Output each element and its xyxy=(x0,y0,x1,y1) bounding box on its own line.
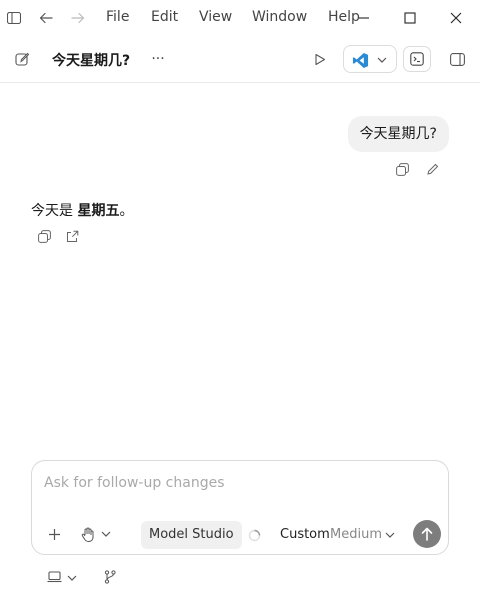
sidebar-toggle-icon[interactable] xyxy=(4,8,24,28)
terminal-icon xyxy=(410,52,424,66)
conversation-title: 今天星期几? xyxy=(52,53,131,69)
copy-icon[interactable] xyxy=(393,160,411,178)
chevron-down-icon[interactable] xyxy=(383,528,397,542)
spinner-icon xyxy=(246,527,262,543)
effort-selector[interactable]: Medium xyxy=(330,527,382,542)
menu-file[interactable]: File xyxy=(106,9,129,25)
run-icon[interactable] xyxy=(312,51,328,67)
send-button[interactable] xyxy=(413,520,441,548)
composer-input[interactable]: Ask for follow-up changes xyxy=(44,475,225,491)
send-arrow-icon xyxy=(421,527,433,541)
menu-view[interactable]: View xyxy=(199,9,232,25)
laptop-icon[interactable] xyxy=(45,569,63,585)
terminal-button[interactable] xyxy=(403,46,431,72)
branch-icon[interactable] xyxy=(101,569,119,585)
forward-arrow-icon[interactable] xyxy=(68,8,88,28)
chevron-down-icon xyxy=(376,54,388,66)
plus-icon[interactable] xyxy=(45,525,63,543)
close-icon[interactable] xyxy=(444,6,468,30)
hand-icon[interactable] xyxy=(79,525,97,543)
user-message: 今天星期几? xyxy=(347,116,449,152)
mode-selector[interactable]: Custom xyxy=(280,527,330,542)
chevron-down-icon[interactable] xyxy=(65,571,79,585)
menu-window[interactable]: Window xyxy=(252,9,307,25)
chevron-down-icon[interactable] xyxy=(99,527,113,541)
edit-icon[interactable] xyxy=(423,160,441,178)
vscode-icon xyxy=(351,51,369,69)
more-icon[interactable]: ··· xyxy=(148,50,168,68)
title-bar: File Edit View Window Help xyxy=(0,0,480,36)
assistant-text: 今天是 xyxy=(31,203,78,219)
assistant-answer: 星期五 xyxy=(77,203,120,219)
copy-icon[interactable] xyxy=(35,227,53,245)
model-selector[interactable]: Model Studio xyxy=(141,521,242,549)
minimize-icon[interactable] xyxy=(352,6,376,30)
composer: Ask for follow-up changes Model Studio C… xyxy=(31,460,449,555)
share-icon[interactable] xyxy=(63,227,81,245)
panel-toggle-icon[interactable] xyxy=(448,50,466,68)
maximize-icon[interactable] xyxy=(398,6,422,30)
open-in-editor-button[interactable] xyxy=(343,45,397,73)
menu-edit[interactable]: Edit xyxy=(151,9,178,25)
back-arrow-icon[interactable] xyxy=(36,8,56,28)
assistant-punctuation: 。 xyxy=(119,203,134,219)
assistant-message: 今天是 星期五。 xyxy=(31,200,133,220)
new-chat-icon[interactable] xyxy=(13,50,31,68)
